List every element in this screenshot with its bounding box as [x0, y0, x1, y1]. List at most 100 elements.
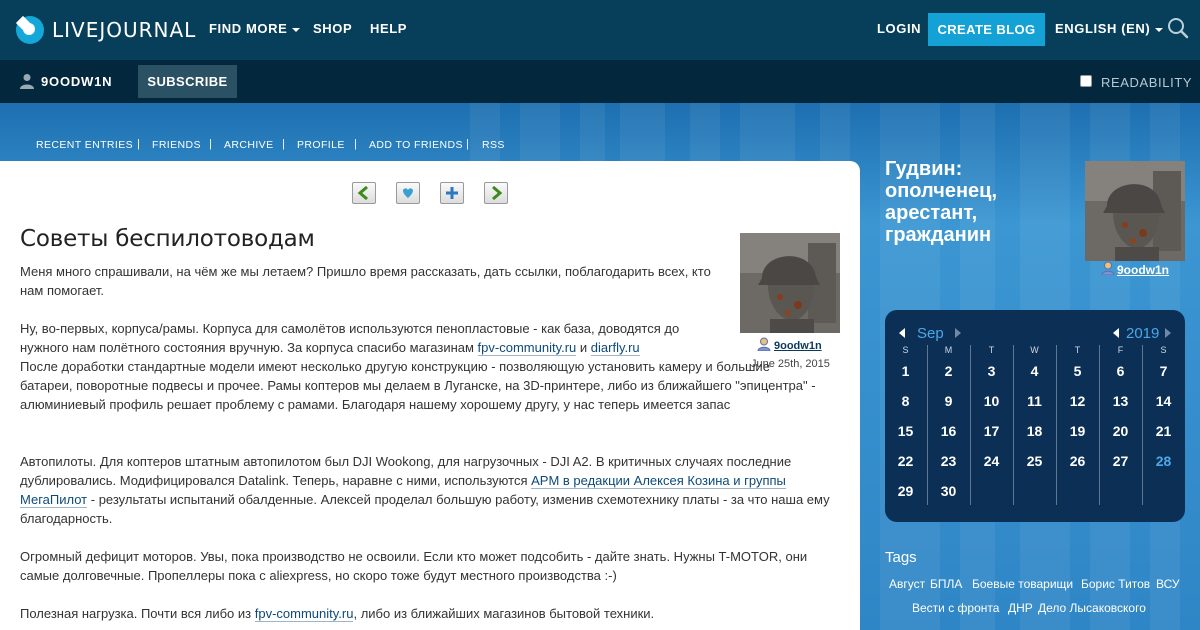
calendar-day[interactable]: 26 [1056, 453, 1099, 469]
menu-archive[interactable]: ARCHIVE [224, 139, 273, 151]
calendar-weekday: T [1074, 345, 1081, 355]
find-more-label: FIND MORE [209, 21, 288, 36]
prev-month-icon[interactable] [899, 328, 905, 338]
add-to-memories-button[interactable] [396, 182, 420, 204]
calendar-day[interactable]: 3 [970, 363, 1013, 379]
menu-friends[interactable]: FRIENDS [152, 139, 201, 151]
tag-link[interactable]: ДНР [1008, 601, 1033, 615]
calendar-day[interactable]: 4 [1013, 363, 1056, 379]
tag-link[interactable]: Борис Титов [1081, 577, 1150, 591]
user-icon [1101, 261, 1115, 275]
calendar-day[interactable]: 13 [1099, 393, 1142, 409]
menu-separator: | [209, 138, 212, 150]
calendar-day[interactable]: 25 [1013, 453, 1056, 469]
post-paragraph-1: Меня много спрашивали, на чём же мы лета… [20, 264, 711, 298]
prev-year-icon[interactable] [1113, 328, 1119, 338]
calendar-day[interactable]: 2 [927, 363, 970, 379]
subscribe-button[interactable]: SUBSCRIBE [138, 65, 237, 98]
calendar-day[interactable]: 19 [1056, 423, 1099, 439]
login-link[interactable]: LOGIN [877, 21, 921, 36]
livejournal-logo[interactable]: LIVEJOURNAL [16, 15, 196, 45]
user-icon [20, 74, 34, 89]
language-selector[interactable]: ENGLISH (EN) [1055, 21, 1164, 36]
create-blog-button[interactable]: CREATE BLOG [928, 13, 1045, 46]
post-paragraph-4: Огромный дефицит моторов. Увы, пока прои… [20, 549, 808, 583]
calendar-weekday: M [944, 345, 953, 355]
calendar-day[interactable]: 17 [970, 423, 1013, 439]
helmet-statue-image [1085, 161, 1185, 261]
calendar-day[interactable]: 9 [927, 393, 970, 409]
menu-rss[interactable]: RSS [482, 139, 505, 151]
tag-link[interactable]: Вести с фронта [912, 601, 999, 615]
post-paragraph-2: Ну, во-первых, корпуса/рамы. Корпуса для… [20, 319, 720, 357]
menu-add-to-friends[interactable]: ADD TO FRIENDS [369, 139, 463, 151]
calendar-day[interactable]: 27 [1099, 453, 1142, 469]
calendar-day[interactable]: 14 [1142, 393, 1185, 409]
readability-checkbox[interactable] [1080, 75, 1092, 87]
calendar-weekday: F [1117, 345, 1124, 355]
plus-icon [446, 187, 458, 199]
readability-label: READABILITY [1101, 75, 1193, 90]
logo-text: LIVEJOURNAL [52, 18, 197, 42]
tag-link[interactable]: Боевые товарищи [972, 577, 1073, 591]
fpv-community-link[interactable]: fpv-community.ru [254, 606, 354, 622]
tell-a-friend-button[interactable] [440, 182, 464, 204]
calendar-month[interactable]: Sep [917, 325, 944, 342]
calendar-day[interactable]: 21 [1142, 423, 1185, 439]
shop-link[interactable]: SHOP [313, 21, 352, 36]
fpv-community-link[interactable]: fpv-community.ru [477, 340, 577, 356]
next-entry-button[interactable] [484, 182, 508, 204]
calendar-day[interactable]: 23 [927, 453, 970, 469]
calendar-day[interactable]: 10 [970, 393, 1013, 409]
menu-separator: | [354, 138, 357, 150]
calendar-weekday: T [988, 345, 995, 355]
language-label: ENGLISH (EN) [1055, 21, 1151, 36]
journal-username[interactable]: 9OODW1N [41, 74, 112, 89]
sidebar-username-link[interactable]: 9oodw1n [1117, 263, 1169, 277]
next-month-icon[interactable] [955, 328, 961, 338]
calendar-day[interactable]: 8 [884, 393, 927, 409]
calendar-day[interactable]: 1 [884, 363, 927, 379]
calendar-day[interactable]: 15 [884, 423, 927, 439]
arrow-right-icon [492, 186, 503, 200]
calendar-day[interactable]: 18 [1013, 423, 1056, 439]
calendar-day[interactable]: 24 [970, 453, 1013, 469]
tag-link[interactable]: БПЛА [930, 577, 962, 591]
user-icon [757, 337, 771, 351]
calendar-year[interactable]: 2019 [1126, 325, 1159, 342]
calendar-day[interactable]: 16 [927, 423, 970, 439]
tag-link[interactable]: Август [889, 577, 925, 591]
find-more-menu[interactable]: FIND MORE [209, 21, 301, 36]
blog-title: Гудвин: ополченец, арестант, гражданин [885, 158, 998, 246]
post-title: Советы беспилотоводам [20, 226, 315, 252]
menu-profile[interactable]: PROFILE [297, 139, 345, 151]
calendar-day[interactable]: 5 [1056, 363, 1099, 379]
chevron-down-icon [1155, 27, 1164, 32]
help-link[interactable]: HELP [370, 21, 407, 36]
menu-separator: | [282, 138, 285, 150]
calendar-day[interactable]: 28 [1142, 453, 1185, 469]
menu-recent-entries[interactable]: RECENT ENTRIES [36, 139, 133, 151]
post-author-link[interactable]: 9oodw1n [774, 340, 822, 352]
calendar-day[interactable]: 7 [1142, 363, 1185, 379]
calendar-day[interactable]: 11 [1013, 393, 1056, 409]
post-text: и [576, 340, 591, 355]
calendar-day[interactable]: 6 [1099, 363, 1142, 379]
heart-icon [403, 188, 413, 198]
userpic [740, 233, 840, 333]
menu-separator: | [466, 138, 469, 150]
diarfly-link[interactable]: diarfly.ru [590, 340, 640, 356]
post-paragraph-5: Полезная нагрузка. Почти вся либо из fpv… [20, 604, 835, 623]
calendar-weekday: S [1160, 345, 1167, 355]
tag-link[interactable]: ВСУ [1156, 577, 1180, 591]
calendar-day[interactable]: 29 [884, 483, 927, 499]
calendar-day[interactable]: 20 [1099, 423, 1142, 439]
calendar-day[interactable]: 22 [884, 453, 927, 469]
calendar-day[interactable]: 12 [1056, 393, 1099, 409]
search-icon[interactable] [1167, 17, 1189, 39]
next-year-icon[interactable] [1165, 328, 1171, 338]
calendar-day[interactable]: 30 [927, 483, 970, 499]
tag-link[interactable]: Дело Лысаковского [1038, 601, 1146, 615]
previous-entry-button[interactable] [352, 182, 376, 204]
livejournal-logo-icon [16, 16, 44, 44]
